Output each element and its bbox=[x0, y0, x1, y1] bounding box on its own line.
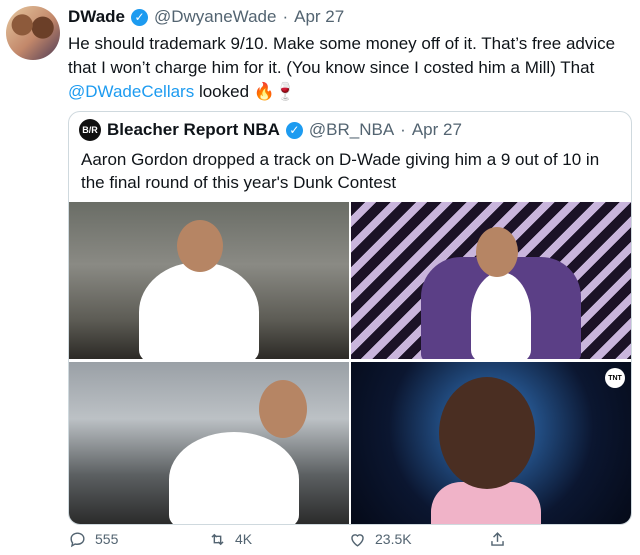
author-name[interactable]: DWade bbox=[68, 7, 125, 27]
quoted-author-name: Bleacher Report NBA bbox=[107, 120, 280, 139]
author-handle[interactable]: @DwyaneWade bbox=[154, 7, 276, 27]
quoted-tweet-date: Apr 27 bbox=[411, 120, 462, 139]
tweet-actions: 555 4K 23.5K bbox=[68, 527, 628, 551]
mention-link[interactable]: @DWadeCellars bbox=[68, 82, 194, 101]
media-image-4[interactable]: TNT bbox=[351, 362, 631, 524]
media-image-3[interactable] bbox=[69, 362, 349, 524]
media-image-2[interactable] bbox=[351, 202, 631, 359]
like-button[interactable]: 23.5K bbox=[348, 530, 488, 549]
tnt-logo: TNT bbox=[605, 368, 625, 388]
person-head bbox=[476, 227, 518, 277]
retweet-count: 4K bbox=[235, 531, 253, 547]
reply-button[interactable]: 555 bbox=[68, 530, 208, 549]
tweet-date[interactable]: Apr 27 bbox=[294, 7, 344, 27]
person-head bbox=[259, 380, 307, 438]
header-separator: · bbox=[282, 7, 289, 26]
br-avatar: B/R bbox=[79, 119, 101, 141]
tweet-header: DWade ✓ @DwyaneWade · Apr 27 bbox=[68, 6, 344, 28]
media-image-1[interactable] bbox=[69, 202, 349, 359]
verified-badge-icon: ✓ bbox=[285, 121, 303, 139]
author-avatar[interactable] bbox=[6, 6, 60, 60]
quoted-tweet-header: B/R Bleacher Report NBA ✓ @BR_NBA · Apr … bbox=[79, 118, 462, 142]
media-grid: TNT bbox=[69, 202, 631, 524]
like-icon bbox=[351, 533, 364, 547]
tweet-text: He should trademark 9/10. Make some mone… bbox=[68, 32, 634, 104]
reply-icon bbox=[70, 531, 85, 547]
tweet-text-tail: looked 🔥🍷 bbox=[194, 82, 297, 101]
tweet-text-main: He should trademark 9/10. Make some mone… bbox=[68, 34, 616, 77]
share-button[interactable] bbox=[488, 530, 628, 549]
quoted-tweet-card[interactable]: B/R Bleacher Report NBA ✓ @BR_NBA · Apr … bbox=[68, 111, 632, 525]
like-count: 23.5K bbox=[375, 531, 412, 547]
person-head bbox=[439, 377, 535, 489]
retweet-button[interactable]: 4K bbox=[208, 530, 348, 549]
quoted-header-separator: · bbox=[400, 120, 406, 139]
quoted-author-handle: @BR_NBA bbox=[308, 120, 395, 139]
retweet-icon bbox=[211, 533, 224, 545]
person-head bbox=[177, 220, 223, 272]
person-figure bbox=[169, 432, 299, 524]
share-icon bbox=[491, 531, 504, 546]
person-figure bbox=[139, 262, 259, 359]
reply-count: 555 bbox=[95, 531, 119, 547]
verified-badge-icon: ✓ bbox=[131, 8, 148, 26]
person-figure bbox=[471, 272, 531, 359]
quoted-tweet-text: Aaron Gordon dropped a track on D-Wade g… bbox=[81, 150, 600, 192]
